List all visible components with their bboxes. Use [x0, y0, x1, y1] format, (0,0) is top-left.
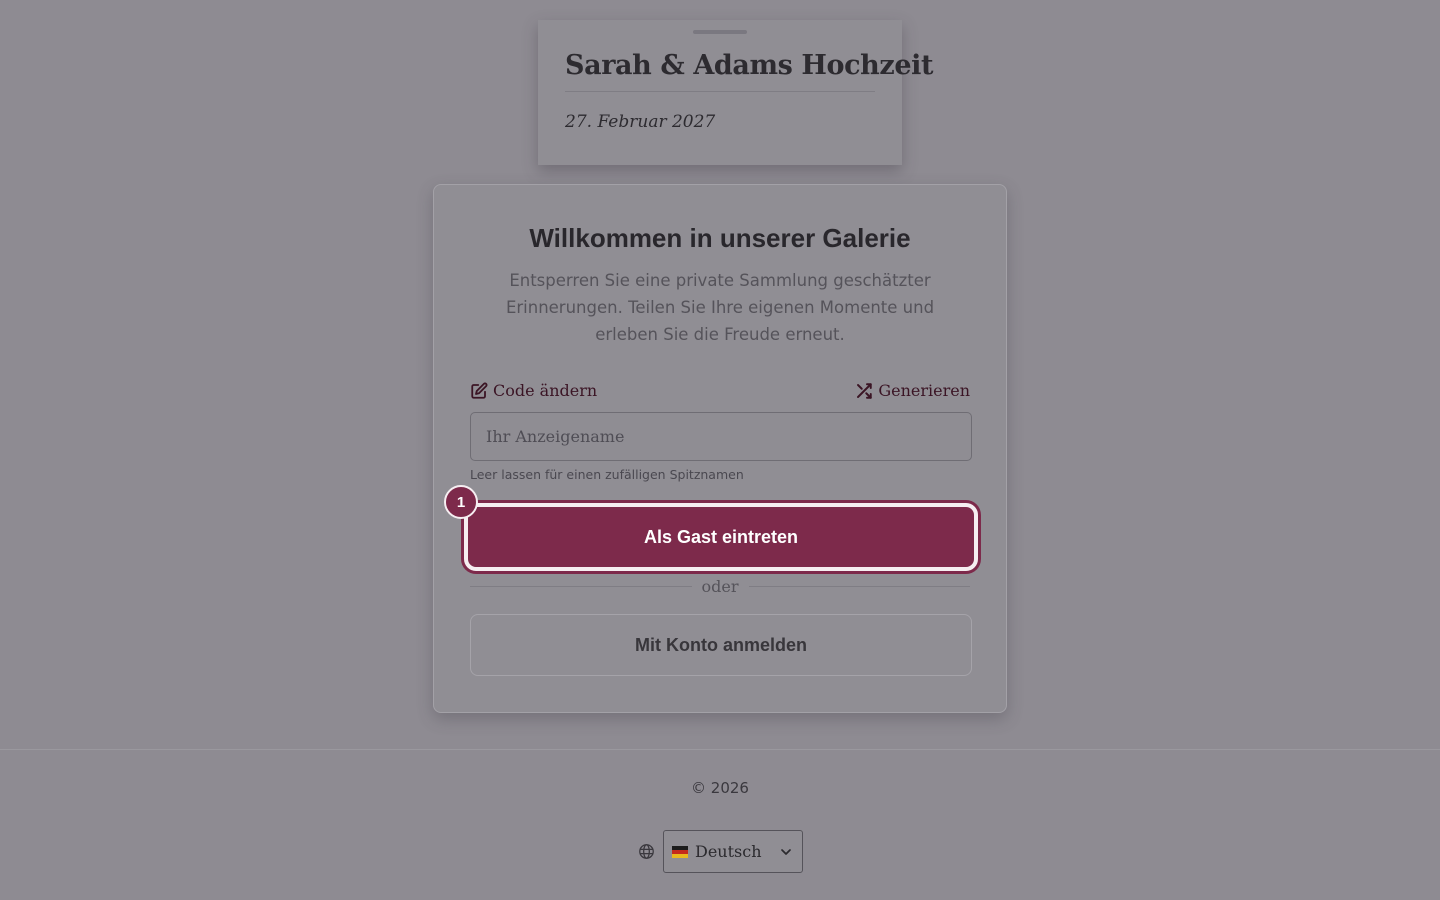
- display-name-hint: Leer lassen für einen zufälligen Spitzna…: [470, 467, 744, 482]
- edit-icon: [471, 382, 488, 399]
- footer-divider: [0, 749, 1440, 750]
- chevron-down-icon: [781, 848, 791, 855]
- copyright-text: © 2026: [691, 779, 749, 797]
- language-selected-label: Deutsch: [695, 842, 762, 861]
- divider-line-left: [470, 586, 692, 587]
- german-flag-icon: [672, 845, 688, 858]
- enter-as-guest-button[interactable]: Als Gast eintreten: [464, 503, 978, 571]
- step-badge: 1: [444, 485, 478, 519]
- card-handle: [693, 30, 747, 34]
- language-switcher: Deutsch: [638, 830, 803, 873]
- code-actions-row: Code ändern Generieren: [470, 381, 970, 400]
- change-code-label: Code ändern: [493, 381, 598, 400]
- panel-heading: Willkommen in unserer Galerie: [529, 223, 911, 253]
- sign-in-with-account-button[interactable]: Mit Konto anmelden: [470, 614, 972, 676]
- divider-text: oder: [701, 577, 739, 596]
- event-title-card: Sarah & Adams Hochzeit 27. Februar 2027: [538, 20, 933, 165]
- login-panel: Willkommen in unserer Galerie Entsperren…: [433, 184, 1007, 713]
- language-select[interactable]: Deutsch: [663, 830, 803, 873]
- display-name-input[interactable]: [470, 412, 972, 461]
- globe-icon: [639, 844, 654, 859]
- event-date: 27. Februar 2027: [565, 112, 716, 132]
- panel-description: Entsperren Sie eine private Sammlung ges…: [505, 271, 935, 344]
- generate-label: Generieren: [878, 381, 970, 400]
- generate-link[interactable]: Generieren: [855, 381, 970, 400]
- event-title: Sarah & Adams Hochzeit: [565, 50, 933, 92]
- shuffle-icon: [857, 382, 873, 399]
- change-code-link[interactable]: Code ändern: [470, 381, 597, 400]
- divider-line-right: [748, 586, 970, 587]
- or-divider: oder: [470, 577, 970, 596]
